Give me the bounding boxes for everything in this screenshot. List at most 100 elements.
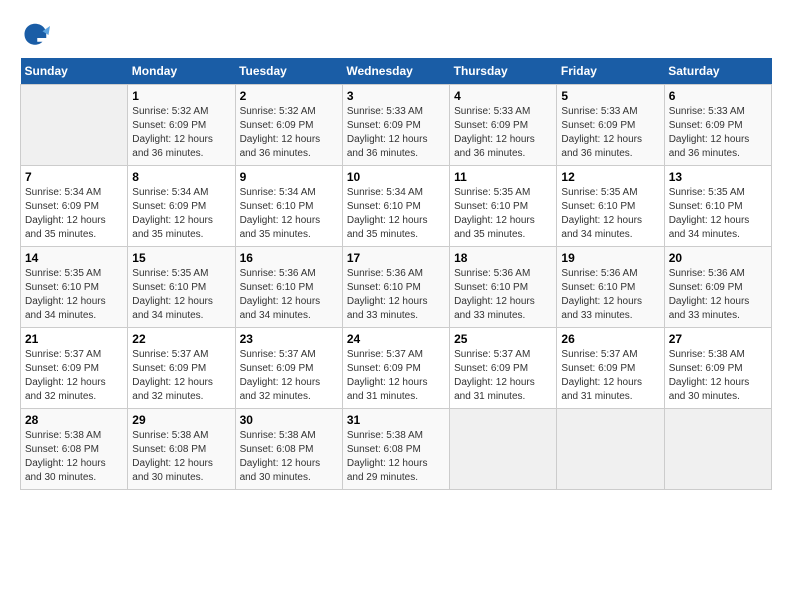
sunset-text: Sunset: 6:09 PM [561,120,635,131]
day-detail: Sunrise: 5:35 AMSunset: 6:10 PMDaylight:… [669,186,767,242]
day-number: 23 [240,332,338,346]
sunset-text: Sunset: 6:09 PM [347,363,421,374]
day-cell: 9Sunrise: 5:34 AMSunset: 6:10 PMDaylight… [235,166,342,247]
daylight-text-2: and 30 minutes. [669,391,740,402]
day-number: 6 [669,89,767,103]
daylight-text-2: and 30 minutes. [240,472,311,483]
day-cell: 22 Sunrise: 5:37 AMSunset: 6:09 PMDayligh… [128,328,235,409]
sunset-text: Sunset: 6:09 PM [240,363,314,374]
daylight-text: Daylight: 12 hours [25,215,106,226]
day-detail: Sunrise: 5:34 AMSunset: 6:10 PMDaylight:… [240,186,338,242]
daylight-text-2: and 36 minutes. [347,148,418,159]
day-cell: 6 Sunrise: 5:33 AMSunset: 6:09 PMDaylight… [664,85,771,166]
daylight-text: Daylight: 12 hours [240,377,321,388]
daylight-text: Daylight: 12 hours [240,134,321,145]
sunrise-text: Sunrise: 5:38 AM [25,430,101,441]
day-detail: Sunrise: 5:38 AM Sunset: 6:08 PM Daylight:… [132,429,230,485]
day-detail: Sunrise: 5:37 AMSunset: 6:09 PMDaylight:… [25,348,123,404]
day-number: 26 [561,332,659,346]
sunset-text: Sunset: 6:09 PM [25,363,99,374]
day-number: 2 [240,89,338,103]
day-detail: Sunrise: 5:32 AMSunset: 6:09 PMDaylight:… [240,105,338,161]
day-detail: Sunrise: 5:36 AMSunset: 6:10 PMDaylight:… [347,267,445,323]
day-number: 22 [132,332,230,346]
header-cell-sunday: Sunday [21,58,128,85]
sunset-text: Sunset: 6:10 PM [561,282,635,293]
day-cell: 26Sunrise: 5:37 AMSunset: 6:09 PMDayligh… [557,328,664,409]
day-number: 24 [347,332,445,346]
daylight-text: Daylight: 12 hours [240,458,321,469]
day-cell: 12Sunrise: 5:35 AMSunset: 6:10 PMDayligh… [557,166,664,247]
daylight-text-2: and 32 minutes. [132,391,203,402]
daylight-text-2: and 29 minutes. [347,472,418,483]
day-cell [664,409,771,490]
day-cell: 17Sunrise: 5:36 AMSunset: 6:10 PMDayligh… [342,247,449,328]
day-detail: Sunrise: 5:33 AMSunset: 6:09 PMDaylight:… [669,105,767,161]
sunset-text: Sunset: 6:09 PM [132,363,206,374]
sunrise-text: Sunrise: 5:35 AM [25,268,101,279]
sunset-text: Sunset: 6:08 PM [132,444,206,455]
day-number: 10 [347,170,445,184]
daylight-text-2: and 35 minutes. [454,229,525,240]
daylight-text-2: and 31 minutes. [454,391,525,402]
day-detail: Sunrise: 5:37 AMSunset: 6:09 PMDaylight:… [132,348,230,404]
sunrise-text: Sunrise: 5:36 AM [669,268,745,279]
sunrise-text: Sunrise: 5:36 AM [240,268,316,279]
day-number: 15 [132,251,230,265]
sunset-text: Sunset: 6:10 PM [669,201,743,212]
day-detail: Sunrise: 5:36 AMSunset: 6:10 PMDaylight:… [561,267,659,323]
day-number: 13 [669,170,767,184]
day-detail: Sunrise: 5:36 AMSunset: 6:10 PMDaylight:… [454,267,552,323]
day-detail: Sunrise: 5:34 AMSunset: 6:09 PMDaylight:… [132,186,230,242]
daylight-text-2: and 30 minutes. [25,472,96,483]
sunset-text: Sunset: 6:10 PM [347,282,421,293]
week-row-5: 28 Sunrise: 5:38 AM Sunset: 6:08 PM Dayligh… [21,409,772,490]
daylight-text-2: and 36 minutes. [669,148,740,159]
day-number: 28 [25,413,123,427]
daylight-text-2: and 35 minutes. [132,229,203,240]
sunset-text: Sunset: 6:09 PM [132,120,206,131]
header-cell-friday: Friday [557,58,664,85]
day-cell: 15Sunrise: 5:35 AMSunset: 6:10 PMDayligh… [128,247,235,328]
sunset-text: Sunset: 6:09 PM [669,120,743,131]
daylight-text-2: and 31 minutes. [561,391,632,402]
day-cell: 29Sunrise: 5:38 AMSunset: 6:08 PMDayligh… [128,409,235,490]
calendar-header: SundayMondayTuesdayWednesdayThursdayFrid… [21,58,772,85]
daylight-text: Daylight: 12 hours [347,134,428,145]
day-detail: Sunrise: 5:35 AMSunset: 6:10 PMDaylight:… [561,186,659,242]
daylight-text-2: and 32 minutes. [240,391,311,402]
day-cell: 5Sunrise: 5:33 AMSunset: 6:09 PMDaylight… [557,85,664,166]
daylight-text: Daylight: 12 hours [561,377,642,388]
day-number: 11 [454,170,552,184]
day-cell: 7Sunrise: 5:34 AMSunset: 6:09 PMDaylight… [21,166,128,247]
sunrise-text: Sunrise: 5:37 AM [347,349,423,360]
calendar-table: SundayMondayTuesdayWednesdayThursdayFrid… [20,58,772,490]
logo-icon [20,20,50,50]
daylight-text: Daylight: 12 hours [240,296,321,307]
sunset-text: Sunset: 6:08 PM [240,444,314,455]
sunrise-text: Sunrise: 5:37 AM [561,349,637,360]
day-cell: 27Sunrise: 5:38 AMSunset: 6:09 PMDayligh… [664,328,771,409]
day-detail: Sunrise: 5:32 AMSunset: 6:09 PMDaylight:… [132,105,230,161]
sunset-text: Sunset: 6:08 PM [25,444,99,455]
daylight-text: Daylight: 12 hours [132,458,213,469]
daylight-text: Daylight: 12 hours [25,458,106,469]
day-cell: 14Sunrise: 5:35 AMSunset: 6:10 PMDayligh… [21,247,128,328]
sunset-text: Sunset: 6:09 PM [132,201,206,212]
daylight-text: Daylight: 12 hours [454,377,535,388]
daylight-text: Daylight: 12 hours [132,296,213,307]
sunset-text: Sunset: 6:09 PM [669,282,743,293]
daylight-text: Daylight: 12 hours [347,215,428,226]
day-cell: 23Sunrise: 5:37 AMSunset: 6:09 PMDayligh… [235,328,342,409]
sunset-text: Sunset: 6:10 PM [240,201,314,212]
sunrise-text: Sunrise: 5:37 AM [454,349,530,360]
day-cell: 25Sunrise: 5:37 AMSunset: 6:09 PMDayligh… [450,328,557,409]
day-number: 3 [347,89,445,103]
day-cell: 8Sunrise: 5:34 AMSunset: 6:09 PMDaylight… [128,166,235,247]
sunrise-text: Sunrise: 5:38 AM [132,430,208,441]
week-row-1: 1Sunrise: 5:32 AMSunset: 6:09 PMDaylight… [21,85,772,166]
daylight-text: Daylight: 12 hours [561,296,642,307]
daylight-text-2: and 32 minutes. [25,391,96,402]
sunrise-text: Sunrise: 5:37 AM [25,349,101,360]
sunset-text: Sunset: 6:10 PM [132,282,206,293]
